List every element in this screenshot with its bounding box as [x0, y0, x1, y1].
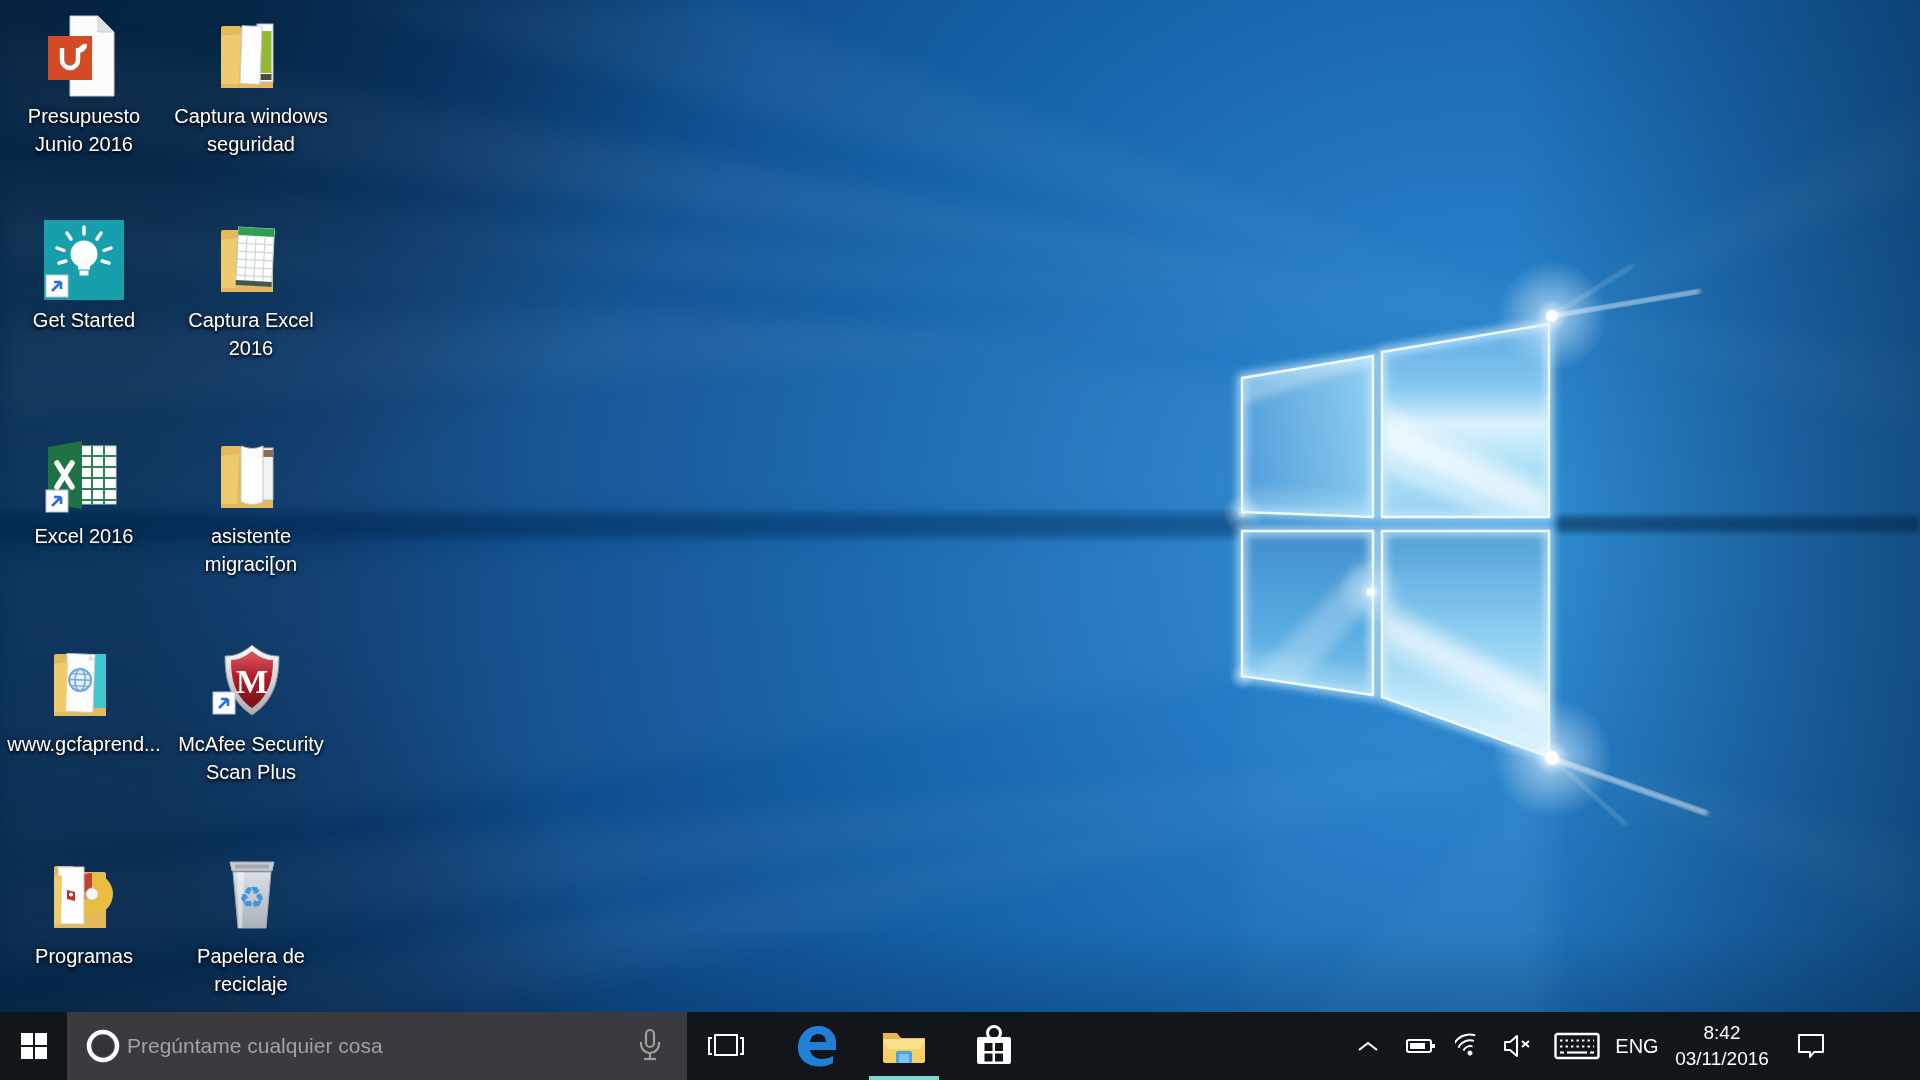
- cortana-icon: [83, 1026, 123, 1066]
- folder-with-documents-icon: [211, 426, 291, 520]
- desktop-icon-get-started[interactable]: Get Started: [2, 210, 166, 334]
- svg-text:M: M: [236, 663, 268, 700]
- desktop-icon-captura-excel-2016[interactable]: Captura Excel2016: [169, 210, 333, 362]
- task-view-icon: [706, 1030, 746, 1062]
- folder-with-spreadsheet-icon: [211, 210, 291, 304]
- excel-app-icon: [44, 426, 124, 520]
- desktop-icon-label: Excel 2016: [35, 522, 134, 550]
- desktop-icon-label: asistentemigraci[on: [205, 522, 297, 578]
- desktop-icon-label: Get Started: [33, 306, 135, 334]
- svg-text:♻: ♻: [239, 881, 266, 914]
- folder-with-programs-icon: [44, 846, 124, 940]
- edge-browser-button[interactable]: [778, 1012, 856, 1080]
- cortana-search-box[interactable]: Pregúntame cualquier cosa: [67, 1012, 687, 1080]
- folder-with-webpage-icon: [44, 634, 124, 728]
- desktop-icon-label: www.gcfaprend...: [7, 730, 160, 758]
- speaker-muted-icon: [1502, 1034, 1536, 1058]
- powerpoint-document-icon: [44, 6, 124, 100]
- desktop-icon-label: McAfee SecurityScan Plus: [178, 730, 324, 786]
- desktop-icon-excel-2016[interactable]: Excel 2016: [2, 426, 166, 550]
- desktop-icon-mcafee-security-scan-plus[interactable]: M McAfee SecurityScan Plus: [169, 634, 333, 786]
- action-center-button[interactable]: [1786, 1012, 1836, 1080]
- desktop-icon-presupuesto-junio-2016[interactable]: PresupuestoJunio 2016: [2, 6, 166, 158]
- active-app-indicator: [869, 1076, 939, 1080]
- tray-clock[interactable]: 8:42 03/11/2016: [1664, 1012, 1780, 1080]
- start-button[interactable]: [0, 1012, 67, 1080]
- windows-store-button[interactable]: [955, 1012, 1033, 1080]
- desktop-icon-programas[interactable]: Programas: [2, 846, 166, 970]
- folder-with-image-icon: [211, 6, 291, 100]
- desktop[interactable]: PresupuestoJunio 2016 Captura windowsseg…: [0, 0, 1920, 1080]
- desktop-icon-label: Captura Excel2016: [188, 306, 314, 362]
- tray-show-hidden-icons[interactable]: [1348, 1012, 1388, 1080]
- file-explorer-icon: [881, 1027, 927, 1065]
- edge-icon: [793, 1022, 841, 1070]
- tray-touch-keyboard[interactable]: [1553, 1012, 1601, 1080]
- desktop-icon-www-gcfaprend[interactable]: www.gcfaprend...: [2, 634, 166, 758]
- mcafee-shield-icon: M: [211, 634, 291, 728]
- desktop-icon-papelera-de-reciclaje[interactable]: ♻ Papelera dereciclaje: [169, 846, 333, 998]
- search-placeholder: Pregúntame cualquier cosa: [127, 1012, 383, 1080]
- windows-logo-icon: [21, 1033, 47, 1059]
- taskbar: Pregúntame cualquier cosa: [0, 1012, 1920, 1080]
- action-center-icon: [1796, 1032, 1826, 1060]
- chevron-up-icon: [1357, 1040, 1379, 1052]
- desktop-icon-label: Programas: [35, 942, 133, 970]
- file-explorer-button[interactable]: [865, 1012, 943, 1080]
- desktop-icon-captura-windows-seguridad[interactable]: Captura windowsseguridad: [169, 6, 333, 158]
- task-view-button[interactable]: [687, 1012, 765, 1080]
- keyboard-icon: [1554, 1031, 1600, 1061]
- desktop-icon-label: PresupuestoJunio 2016: [28, 102, 140, 158]
- recycle-bin-icon: ♻: [211, 846, 291, 940]
- clock-date: 03/11/2016: [1675, 1046, 1769, 1072]
- microphone-icon[interactable]: [635, 1028, 665, 1066]
- tray-volume-muted[interactable]: [1499, 1012, 1539, 1080]
- wifi-icon: [1455, 1033, 1485, 1059]
- desktop-icon-label: Papelera dereciclaje: [197, 942, 305, 998]
- tray-language[interactable]: ENG: [1610, 1012, 1664, 1080]
- store-icon: [972, 1025, 1016, 1067]
- tray-wifi[interactable]: [1450, 1012, 1490, 1080]
- desktop-icon-asistente-migracion[interactable]: asistentemigraci[on: [169, 426, 333, 578]
- tray-battery[interactable]: [1401, 1012, 1441, 1080]
- desktop-icon-label: Captura windowsseguridad: [174, 102, 327, 158]
- get-started-tile-icon: [43, 210, 125, 304]
- clock-time: 8:42: [1704, 1020, 1741, 1046]
- battery-icon: [1406, 1037, 1436, 1055]
